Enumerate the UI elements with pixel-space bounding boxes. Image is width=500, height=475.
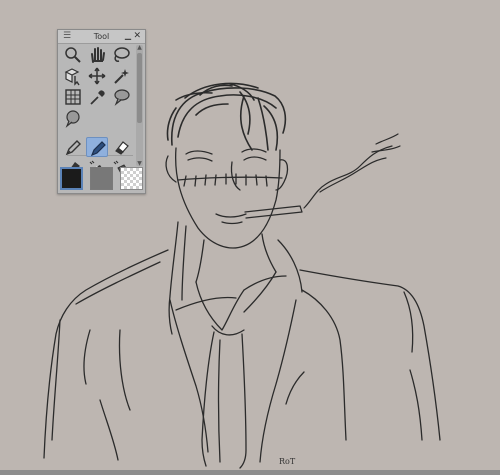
tool-palette-title: Tool — [93, 32, 110, 41]
scrollbar-thumb[interactable] — [137, 53, 142, 123]
scroll-down-icon[interactable]: ▼ — [136, 160, 143, 167]
object-tool-icon[interactable] — [62, 66, 84, 86]
lasso-tool-icon[interactable] — [110, 45, 132, 65]
move-tool-icon[interactable] — [86, 66, 108, 86]
tie-strokes — [201, 325, 247, 469]
balloon-tool-icon[interactable] — [110, 87, 132, 107]
jacket-strokes — [43, 249, 441, 463]
collar-strokes — [168, 221, 303, 335]
transparent-color-swatch[interactable] — [120, 167, 143, 190]
minimize-icon[interactable]: ▁ — [125, 30, 131, 42]
tool-palette-scrollbar[interactable]: ▲ ▼ — [136, 44, 143, 167]
hair-strokes — [166, 82, 287, 151]
speech-balloon-icon[interactable] — [62, 108, 84, 128]
hand-tool-icon[interactable] — [86, 45, 108, 65]
sub-color-swatch[interactable] — [90, 167, 113, 190]
tool-palette-header[interactable]: ☰ Tool ▁ ✕ — [58, 30, 145, 44]
main-color-swatch[interactable] — [60, 167, 83, 190]
pencil-tool-icon[interactable] — [86, 137, 108, 157]
tool-palette[interactable]: ☰ Tool ▁ ✕ ▲ ▼ — [57, 29, 146, 194]
scroll-up-icon[interactable]: ▲ — [136, 44, 143, 51]
signature: RoT — [279, 457, 296, 466]
eyedropper-icon[interactable] — [86, 87, 108, 107]
status-bar — [0, 470, 500, 475]
close-icon[interactable]: ✕ — [133, 30, 141, 43]
face-strokes — [165, 147, 289, 249]
magic-wand-icon[interactable] — [110, 66, 132, 86]
zoom-tool-icon[interactable] — [62, 45, 84, 65]
eraser-icon[interactable] — [110, 137, 132, 157]
pen-tool-icon[interactable] — [62, 137, 84, 157]
grid-tool-icon[interactable] — [62, 87, 84, 107]
